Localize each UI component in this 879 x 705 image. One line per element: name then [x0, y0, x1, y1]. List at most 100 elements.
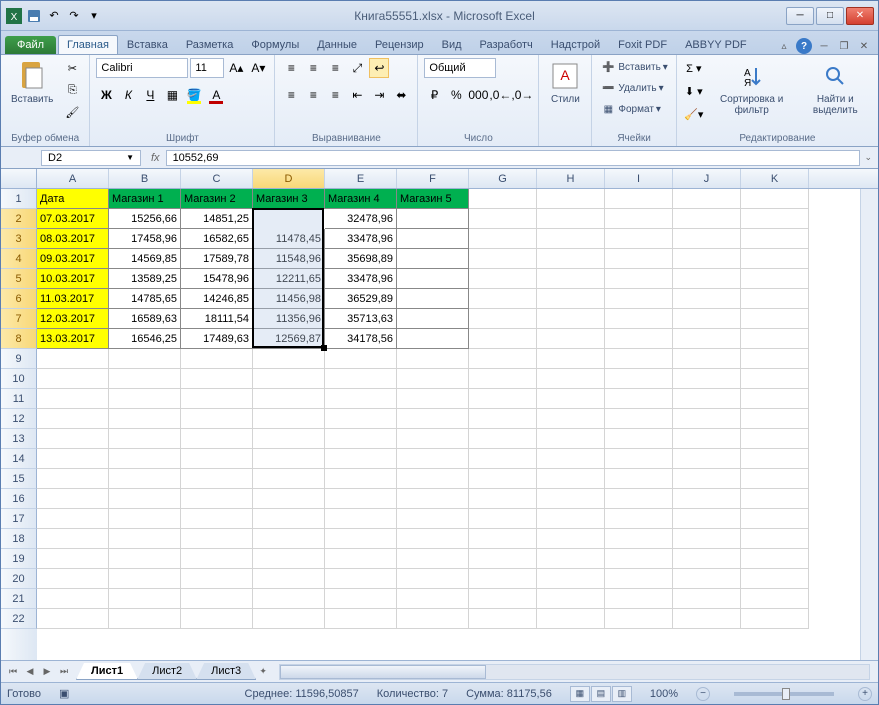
- new-sheet-icon[interactable]: ✦: [255, 664, 271, 680]
- cell-F18[interactable]: [397, 529, 469, 549]
- tab-вставка[interactable]: Вставка: [118, 35, 177, 54]
- col-header-C[interactable]: C: [181, 169, 253, 188]
- cell-C11[interactable]: [181, 389, 253, 409]
- cell-I19[interactable]: [605, 549, 673, 569]
- macro-record-icon[interactable]: ▣: [59, 687, 69, 700]
- name-box[interactable]: D2▼: [41, 150, 141, 166]
- view-normal-icon[interactable]: ▦: [570, 686, 590, 702]
- cell-F22[interactable]: [397, 609, 469, 629]
- cell-D9[interactable]: [253, 349, 325, 369]
- redo-icon[interactable]: ↷: [65, 7, 83, 25]
- row-header-16[interactable]: 16: [1, 489, 37, 509]
- cell-D8[interactable]: 12569,87: [253, 329, 325, 349]
- cell-G12[interactable]: [469, 409, 537, 429]
- col-header-H[interactable]: H: [537, 169, 605, 188]
- cell-F15[interactable]: [397, 469, 469, 489]
- cell-J7[interactable]: [673, 309, 741, 329]
- cell-E2[interactable]: 32478,96: [325, 209, 397, 229]
- cell-B19[interactable]: [109, 549, 181, 569]
- cells-area[interactable]: ДатаМагазин 1Магазин 2Магазин 3Магазин 4…: [37, 189, 860, 660]
- cell-G6[interactable]: [469, 289, 537, 309]
- orientation-icon[interactable]: ⤢: [347, 58, 367, 78]
- cell-D17[interactable]: [253, 509, 325, 529]
- cell-F12[interactable]: [397, 409, 469, 429]
- cell-H3[interactable]: [537, 229, 605, 249]
- cell-B3[interactable]: 17458,96: [109, 229, 181, 249]
- cell-B14[interactable]: [109, 449, 181, 469]
- row-header-13[interactable]: 13: [1, 429, 37, 449]
- cell-B18[interactable]: [109, 529, 181, 549]
- merge-icon[interactable]: ⬌: [391, 85, 411, 105]
- cell-J16[interactable]: [673, 489, 741, 509]
- cell-J4[interactable]: [673, 249, 741, 269]
- cell-A15[interactable]: [37, 469, 109, 489]
- align-center-icon[interactable]: ≡: [303, 85, 323, 105]
- cell-F9[interactable]: [397, 349, 469, 369]
- cell-D10[interactable]: [253, 369, 325, 389]
- cell-K8[interactable]: [741, 329, 809, 349]
- tab-abbyy pdf[interactable]: ABBYY PDF: [676, 35, 756, 54]
- cell-A21[interactable]: [37, 589, 109, 609]
- cell-A3[interactable]: 08.03.2017: [37, 229, 109, 249]
- cell-F21[interactable]: [397, 589, 469, 609]
- cell-H12[interactable]: [537, 409, 605, 429]
- close-button[interactable]: ✕: [846, 7, 874, 25]
- sheet-nav-prev-icon[interactable]: ◀: [22, 664, 38, 680]
- styles-button[interactable]: A Стили: [545, 58, 585, 107]
- sheet-nav-first-icon[interactable]: ⏮: [5, 664, 21, 680]
- cell-E18[interactable]: [325, 529, 397, 549]
- cell-C10[interactable]: [181, 369, 253, 389]
- cell-K15[interactable]: [741, 469, 809, 489]
- cell-H21[interactable]: [537, 589, 605, 609]
- cell-H7[interactable]: [537, 309, 605, 329]
- row-header-3[interactable]: 3: [1, 229, 37, 249]
- row-header-5[interactable]: 5: [1, 269, 37, 289]
- border-icon[interactable]: ▦: [162, 85, 182, 105]
- decrease-indent-icon[interactable]: ⇤: [347, 85, 367, 105]
- cell-B12[interactable]: [109, 409, 181, 429]
- cell-D20[interactable]: [253, 569, 325, 589]
- formula-expand-icon[interactable]: ⌄: [864, 152, 878, 163]
- cell-D3[interactable]: 11478,45: [253, 229, 325, 249]
- cell-D13[interactable]: [253, 429, 325, 449]
- row-header-10[interactable]: 10: [1, 369, 37, 389]
- font-name-select[interactable]: [96, 58, 188, 78]
- cell-I2[interactable]: [605, 209, 673, 229]
- cell-B5[interactable]: 13589,25: [109, 269, 181, 289]
- cell-I18[interactable]: [605, 529, 673, 549]
- cell-D12[interactable]: [253, 409, 325, 429]
- cell-D16[interactable]: [253, 489, 325, 509]
- cell-C19[interactable]: [181, 549, 253, 569]
- row-header-7[interactable]: 7: [1, 309, 37, 329]
- cell-A11[interactable]: [37, 389, 109, 409]
- cell-H22[interactable]: [537, 609, 605, 629]
- cell-F20[interactable]: [397, 569, 469, 589]
- cell-A4[interactable]: 09.03.2017: [37, 249, 109, 269]
- cell-I15[interactable]: [605, 469, 673, 489]
- cell-J12[interactable]: [673, 409, 741, 429]
- percent-icon[interactable]: %: [446, 85, 466, 105]
- sheet-tab-Лист1[interactable]: Лист1: [76, 663, 138, 680]
- cell-I20[interactable]: [605, 569, 673, 589]
- autosum-icon[interactable]: Σ ▾: [683, 58, 705, 78]
- cell-K6[interactable]: [741, 289, 809, 309]
- cell-J20[interactable]: [673, 569, 741, 589]
- cell-B9[interactable]: [109, 349, 181, 369]
- cell-I3[interactable]: [605, 229, 673, 249]
- wrap-text-icon[interactable]: ↩: [369, 58, 389, 78]
- cell-K1[interactable]: [741, 189, 809, 209]
- grow-font-icon[interactable]: A▴: [226, 58, 246, 78]
- cell-J2[interactable]: [673, 209, 741, 229]
- cell-E13[interactable]: [325, 429, 397, 449]
- cell-I1[interactable]: [605, 189, 673, 209]
- cell-C17[interactable]: [181, 509, 253, 529]
- cell-H18[interactable]: [537, 529, 605, 549]
- cell-B15[interactable]: [109, 469, 181, 489]
- vertical-scrollbar[interactable]: [860, 189, 878, 660]
- cell-J5[interactable]: [673, 269, 741, 289]
- cell-I9[interactable]: [605, 349, 673, 369]
- row-header-20[interactable]: 20: [1, 569, 37, 589]
- cell-G14[interactable]: [469, 449, 537, 469]
- cell-E7[interactable]: 35713,63: [325, 309, 397, 329]
- cell-H5[interactable]: [537, 269, 605, 289]
